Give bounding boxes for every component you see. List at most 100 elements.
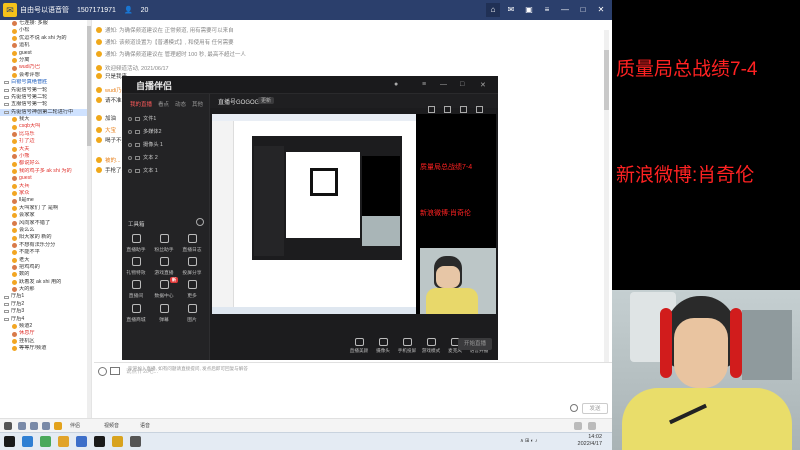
send-button[interactable]: 发送 [582,403,608,414]
tab-other[interactable]: 其他 [192,100,203,108]
tool-gift-effects[interactable]: 礼物特效 [124,257,148,276]
clock[interactable]: 14:02 2022/4/17 [578,434,602,448]
tool-data-center[interactable]: 数据中心新 [152,277,178,299]
sidebar-item[interactable]: 厅后3 [0,308,91,315]
status-item[interactable]: 语音 [140,422,150,430]
sidebar-item[interactable]: 打了边 [0,138,91,145]
sidebar-item[interactable]: 会考评想 [0,72,91,79]
sidebar-item[interactable]: 先驱信号第二轮 [0,94,91,101]
sidebar-item[interactable]: 不能不平 [0,249,91,256]
minimize-icon[interactable]: — [558,3,572,17]
sidebar-item[interactable]: csqb大叫 [0,123,91,130]
sidebar-item[interactable]: 家众 [0,190,91,197]
tool-game-live[interactable]: 游戏直播 [152,257,176,276]
sidebar-item[interactable]: 阳大家的 新的 [0,234,91,241]
emoji-icon[interactable] [98,367,107,376]
tool-icon[interactable] [460,106,467,113]
sidebar-item[interactable]: 小熊 [0,153,91,160]
taskbar-app-icon[interactable] [22,436,33,447]
status-item[interactable]: 视频音 [104,422,119,430]
gift-icon[interactable] [54,422,62,430]
maximize-icon[interactable]: □ [576,3,590,17]
sidebar-item[interactable]: 七连接: 多服 [0,20,91,27]
video-icon[interactable] [42,422,50,430]
sidebar-item[interactable]: 我大 [0,116,91,123]
tool-more[interactable]: 更多 [180,280,204,299]
sidebar-item[interactable]: 厅后1 [0,293,91,300]
sidebar-item[interactable]: guest [0,50,91,57]
tool-live-log[interactable]: 直播日志 [180,234,204,253]
sidebar-item[interactable]: 运机 [0,42,91,49]
channel-sidebar[interactable]: 七连接: 多服 小松 优逗不说 ak shi 为的 运机 guest 分离 wudi乃巴 会考… [0,20,92,418]
tool-live-helper[interactable]: 直播助手 [124,234,148,253]
share-icon[interactable] [476,106,483,113]
sidebar-item[interactable]: ll是me [0,197,91,204]
sidebar-item[interactable]: 先驱信号神创第二轮进行中 [0,108,91,117]
sidebar-item[interactable]: 比马乐 [0,131,91,138]
mic-icon[interactable] [18,422,26,430]
taskbar-app-icon[interactable] [112,436,123,447]
minimize-icon[interactable]: — [440,81,447,88]
source-item[interactable]: 文本 1 [128,167,158,174]
status-item[interactable]: 伴侣 [70,422,80,430]
sidebar-item[interactable]: 五服信号第一轮 [0,101,91,108]
avatar[interactable] [4,422,12,430]
tab-dynamic[interactable]: 动态 [175,100,186,108]
sidebar-item[interactable]: 白银号真绝普胜 [0,79,91,86]
source-item[interactable]: 多媒体2 [128,128,161,135]
tool-danmaku[interactable]: 弹幕 [152,304,176,323]
image-icon[interactable] [110,367,120,375]
tool-live-room[interactable]: 直播间 [124,280,148,299]
source-item[interactable]: 文件1 [128,115,156,122]
sidebar-item[interactable]: 我的鸡子多 ak shi 为的 [0,168,91,175]
sidebar-item[interactable]: 大夫 [0,146,91,153]
sidebar-item[interactable]: 先驱信号第一轮 [0,87,91,94]
sidebar-item[interactable]: 厅后4 [0,316,91,323]
settings-icon[interactable] [574,422,582,430]
sidebar-item[interactable]: 优逗不说 ak shi 为的 [0,35,91,42]
sidebar-item[interactable]: 大的那 [0,286,91,293]
close-icon[interactable]: ✕ [480,81,486,89]
tool-live-mall[interactable]: 直播商城 [124,304,148,323]
sidebar-item[interactable]: 数的 [0,271,91,278]
sidebar-item[interactable]: wudi乃巴 [0,64,91,71]
stream-tag[interactable]: 更新 [258,97,275,104]
source-item[interactable]: 文本 2 [128,154,158,161]
sidebar-item[interactable]: 频道2 [0,323,91,330]
sidebar-item[interactable]: 跃着发 ak shi 用的 [0,279,91,286]
game-mode-button[interactable]: 游戏模式 [420,338,442,354]
tab-my-live[interactable]: 我的直播 [130,100,152,108]
taskbar-app-icon[interactable] [130,436,141,447]
taskbar-app-icon[interactable] [76,436,87,447]
expand-icon[interactable] [588,422,596,430]
sidebar-item[interactable]: 分离 [0,57,91,64]
sidebar-item[interactable]: 会家家 [0,212,91,219]
sidebar-item[interactable]: 风向家不错了 [0,220,91,227]
sidebar-item[interactable]: guest [0,175,91,182]
tool-image[interactable]: 图片 [180,304,204,323]
settings-icon[interactable]: ≡ [540,3,554,17]
phone-cast-button[interactable]: 手机投屏 [396,338,418,354]
system-tray[interactable]: ∧ ⊞ ◐ ♪ [520,438,538,444]
sidebar-item[interactable]: 老大 [0,257,91,264]
sidebar-item[interactable]: 休息厅 [0,330,91,337]
speaker-icon[interactable] [30,422,38,430]
chat-scrollbar[interactable] [604,30,609,410]
sidebar-item[interactable]: 把鸡鸡的 [0,264,91,271]
sidebar-item[interactable]: 等等厅/频道 [0,345,91,352]
toolbox-settings-icon[interactable] [196,218,204,226]
maximize-icon[interactable]: □ [460,81,464,88]
send-options-icon[interactable] [570,404,578,412]
avatar[interactable]: ● [394,81,398,88]
tab-watch[interactable]: 看点 [158,100,169,108]
sidebar-item[interactable]: 大叫家们 了 是啊 [0,205,91,212]
tool-screen-share[interactable]: 投屏分享 [180,257,204,276]
tool-icon[interactable] [444,106,451,113]
sidebar-item[interactable]: 都说好么 [0,160,91,167]
sidebar-item[interactable]: 小松 [0,27,91,34]
beauty-button[interactable]: 直播美颜 [348,338,370,354]
gift-icon[interactable]: ▣ [522,3,536,17]
taskbar-app-icon[interactable] [94,436,105,447]
source-item[interactable]: 摄像头 1 [128,141,163,148]
sidebar-item[interactable]: 挂机区 [0,338,91,345]
